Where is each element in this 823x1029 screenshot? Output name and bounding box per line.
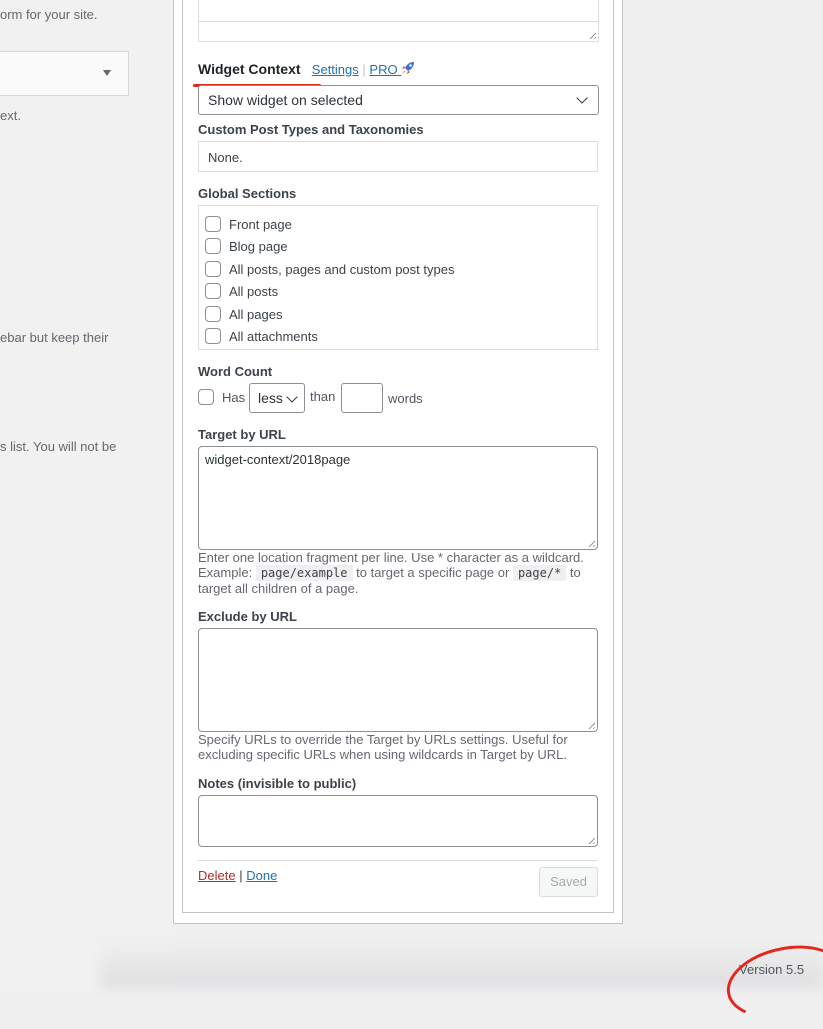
checkbox-label: All posts, pages and custom post types	[229, 261, 455, 277]
checkbox[interactable]	[205, 283, 221, 299]
exclude-by-url-label: Exclude by URL	[198, 609, 297, 624]
global-section-item[interactable]: Blog page	[205, 237, 288, 255]
left-help-text: s list. You will not be	[0, 439, 117, 454]
global-sections-label: Global Sections	[198, 186, 297, 201]
help-text: to target a specific page or	[352, 565, 513, 580]
link-separator: |	[362, 62, 366, 77]
global-sections-list: Front page Blog page All posts, pages an…	[198, 205, 598, 350]
comparison-value: less	[258, 390, 283, 406]
checkbox-label: All posts	[229, 283, 279, 299]
global-section-item[interactable]: All pages	[205, 305, 282, 323]
chevron-down-icon	[286, 391, 298, 403]
saved-button[interactable]: Saved	[539, 867, 598, 897]
notes-label: Notes (invisible to public)	[198, 776, 357, 791]
left-dropdown[interactable]	[0, 51, 129, 96]
resize-handle-icon[interactable]	[586, 720, 595, 729]
target-by-url-label: Target by URL	[198, 427, 286, 442]
delete-link[interactable]: Delete	[198, 868, 236, 883]
visibility-select[interactable]: Show widget on selected	[198, 85, 599, 115]
done-link[interactable]: Done	[246, 868, 277, 883]
left-settings-column: orm for your site. ext. ebar but keep th…	[0, 0, 173, 988]
footer-shadow	[100, 940, 823, 988]
notes-textarea[interactable]	[198, 795, 598, 847]
words-label: words	[388, 391, 423, 406]
has-label: Has	[222, 390, 246, 405]
word-count-input[interactable]	[341, 383, 383, 413]
left-help-text: ebar but keep their	[0, 330, 109, 345]
exclude-by-url-textarea[interactable]	[198, 628, 598, 732]
global-section-item[interactable]: All posts	[205, 282, 278, 300]
global-section-item[interactable]: All attachments	[205, 327, 318, 345]
word-count-checkbox[interactable]	[198, 389, 214, 405]
widget-content-textarea[interactable]	[198, 0, 599, 42]
than-label: than	[310, 389, 336, 404]
global-section-item[interactable]: All posts, pages and custom post types	[205, 260, 454, 278]
code-example: page/*	[512, 565, 567, 581]
checkbox-label: All pages	[229, 306, 283, 322]
custom-post-types-label: Custom Post Types and Taxonomies	[198, 122, 424, 137]
checkbox-label: Front page	[229, 216, 292, 232]
action-separator: |	[239, 868, 243, 883]
rocket-icon	[402, 62, 415, 74]
textarea-divider	[199, 21, 598, 22]
settings-link[interactable]: Settings	[312, 62, 359, 77]
pro-link[interactable]: PRO	[369, 62, 415, 77]
checkbox[interactable]	[205, 328, 221, 344]
checkbox[interactable]	[205, 216, 221, 232]
left-description-text: orm for your site.	[0, 7, 98, 22]
checkbox-label: All attachments	[229, 328, 318, 344]
checkbox[interactable]	[205, 238, 221, 254]
checkbox-label: Blog page	[229, 238, 288, 254]
exclude-by-url-help: Specify URLs to override the Target by U…	[198, 732, 568, 762]
code-example: page/example	[255, 565, 353, 581]
actions-divider	[198, 860, 598, 861]
resize-handle-icon[interactable]	[586, 835, 595, 844]
visibility-select-value: Show widget on selected	[208, 92, 363, 108]
resize-handle-icon[interactable]	[586, 538, 595, 547]
widget-context-header: Widget Context Settings | PRO	[198, 61, 415, 77]
chevron-down-icon	[576, 92, 588, 104]
global-section-item[interactable]: Front page	[205, 215, 292, 233]
word-count-label: Word Count	[198, 364, 273, 379]
resize-handle-icon[interactable]	[587, 30, 596, 39]
checkbox[interactable]	[205, 306, 221, 322]
target-by-url-help: Enter one location fragment per line. Us…	[198, 550, 598, 596]
custom-post-types-box: None.	[198, 141, 598, 172]
left-help-text: ext.	[0, 108, 21, 123]
target-by-url-value: widget-context/2018page	[205, 452, 351, 467]
widget-context-title: Widget Context	[198, 61, 301, 77]
target-by-url-textarea[interactable]: widget-context/2018page	[198, 446, 598, 550]
checkbox[interactable]	[205, 261, 221, 277]
dropdown-arrow-icon	[103, 70, 111, 76]
widget-control-actions: Delete | Done	[198, 868, 277, 883]
word-count-comparison-select[interactable]: less	[249, 383, 305, 413]
custom-post-types-value: None.	[208, 150, 243, 165]
pro-link-label: PRO	[369, 62, 398, 77]
